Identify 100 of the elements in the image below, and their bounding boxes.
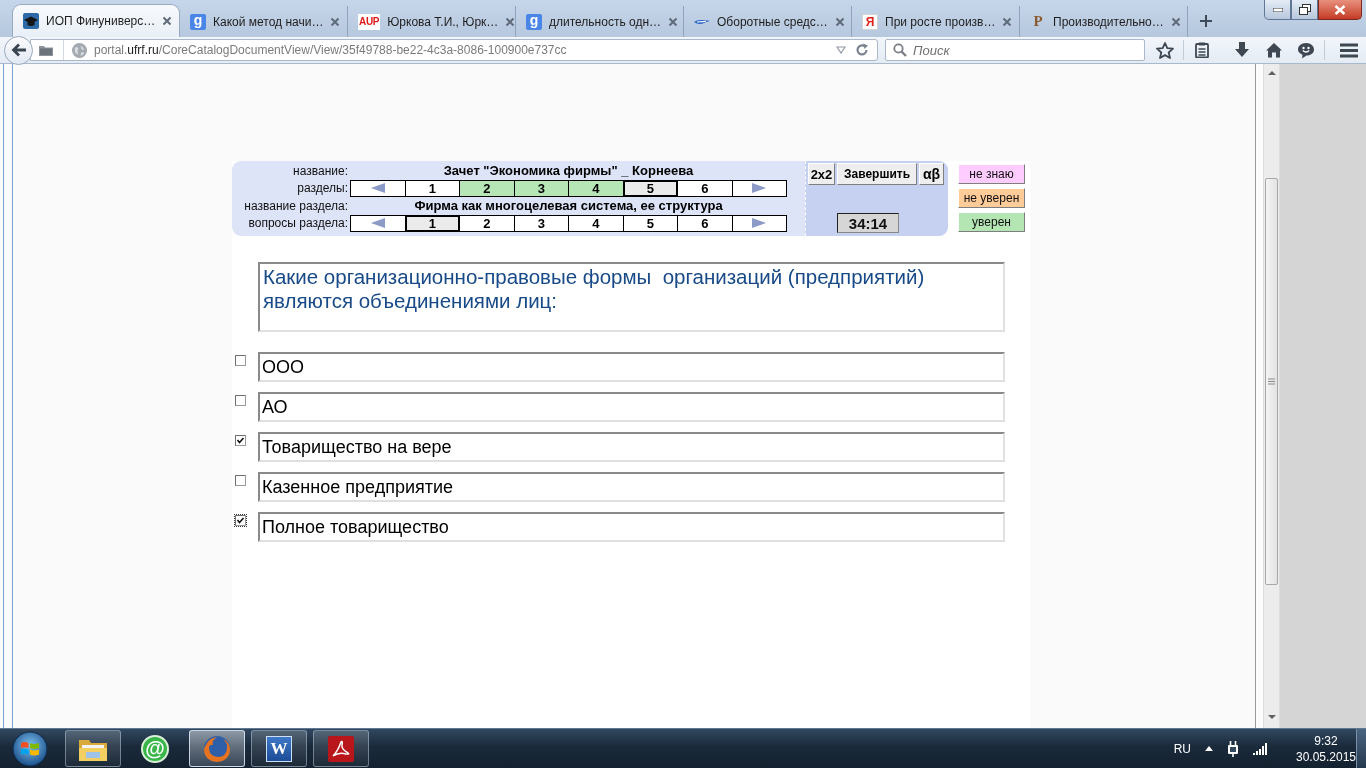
test-title: Зачет "Экономика фирмы" _ Корнеева xyxy=(442,163,695,178)
signal-icon[interactable] xyxy=(1253,742,1267,755)
taskbar-app-button[interactable]: W xyxy=(251,730,307,767)
search-icon xyxy=(893,43,907,57)
language-indicator[interactable]: RU xyxy=(1173,741,1191,756)
close-icon[interactable] xyxy=(162,16,173,26)
taskbar-app-button[interactable] xyxy=(65,730,121,767)
start-button[interactable] xyxy=(9,729,51,768)
letter-icon: @ xyxy=(141,734,169,763)
close-icon[interactable] xyxy=(505,16,516,27)
question-tab[interactable]: 6 xyxy=(677,214,733,232)
globe-icon xyxy=(72,42,87,58)
answer-option: Полное товарищество xyxy=(258,512,1005,542)
section-title: Фирма как многоцелевая система, ее структура xyxy=(413,198,724,213)
section-tab[interactable]: 2 xyxy=(459,179,515,197)
close-icon[interactable] xyxy=(834,16,845,27)
back-button[interactable] xyxy=(4,35,33,65)
close-icon[interactable] xyxy=(1002,16,1013,27)
section-tab[interactable]: 3 xyxy=(513,179,569,197)
down-arrow-icon xyxy=(1267,714,1276,719)
section-tab[interactable]: 1 xyxy=(404,179,460,197)
plus-icon xyxy=(1200,15,1212,27)
up-arrow-icon xyxy=(1267,70,1276,75)
answer-option: Товарищество на вере xyxy=(258,432,1005,462)
back-icon xyxy=(10,43,27,57)
section-tab[interactable]: 4 xyxy=(568,179,624,197)
start-orb-icon xyxy=(12,730,48,767)
answer-option: АО xyxy=(258,392,1005,422)
graduation-cap-icon xyxy=(23,13,39,29)
checkbox[interactable] xyxy=(234,434,247,447)
show-desktop-button[interactable] xyxy=(1356,728,1366,768)
restore-icon xyxy=(1298,4,1311,15)
close-icon[interactable] xyxy=(1170,16,1181,27)
checkbox[interactable] xyxy=(234,354,247,367)
taskbar-app-button[interactable] xyxy=(189,730,245,767)
checkbox[interactable] xyxy=(234,514,247,527)
tool-button[interactable]: 2x2 xyxy=(808,163,835,185)
right-arrow-icon xyxy=(752,183,767,193)
question-tab[interactable]: 2 xyxy=(459,214,515,232)
letter-icon: W xyxy=(266,735,292,762)
answer-option: ООО xyxy=(258,352,1005,382)
left-arrow-icon xyxy=(370,183,385,193)
close-icon[interactable] xyxy=(668,16,679,27)
question-tab[interactable]: 3 xyxy=(513,214,569,232)
tool-button[interactable]: αβ xyxy=(919,163,944,185)
document-icon xyxy=(328,735,354,762)
previous-section-button[interactable] xyxy=(350,179,406,197)
field-label: разделы: xyxy=(296,181,348,195)
letter-icon: Я xyxy=(862,13,878,30)
tool-button[interactable]: Завершить xyxy=(837,163,917,185)
checkbox[interactable] xyxy=(234,394,247,407)
timer: 34:14 xyxy=(837,213,899,233)
answer-option: Казенное предприятие xyxy=(258,472,1005,502)
restore-button[interactable] xyxy=(1291,0,1318,20)
minimize-button[interactable] xyxy=(1264,0,1291,20)
checkbox[interactable] xyxy=(234,474,247,487)
field-label: вопросы раздела: xyxy=(247,216,348,230)
close-button[interactable] xyxy=(1318,0,1362,20)
next-question-button[interactable] xyxy=(731,214,787,232)
confidence-button[interactable]: не знаю xyxy=(958,164,1025,184)
field-label: название раздела: xyxy=(243,198,348,213)
clock-time[interactable]: 9:32 xyxy=(1314,732,1338,749)
scrollbar-thumb[interactable] xyxy=(1265,178,1278,585)
section-tab[interactable]: 6 xyxy=(677,179,733,197)
star-icon xyxy=(1156,41,1174,59)
grip-icon xyxy=(1268,378,1275,385)
previous-question-button[interactable] xyxy=(350,214,406,232)
plug-icon[interactable] xyxy=(1227,740,1239,757)
close-icon xyxy=(1334,4,1346,15)
dropdown-icon[interactable] xyxy=(836,46,846,54)
logo-text: AUP xyxy=(358,13,381,30)
reload-icon[interactable] xyxy=(855,43,869,57)
browser-tab[interactable]: ИОП Финуниверс… xyxy=(12,4,180,37)
minimize-icon xyxy=(1272,7,1283,12)
taskbar-app-button[interactable] xyxy=(313,730,369,767)
home-icon xyxy=(1265,42,1283,58)
question-tab[interactable]: 4 xyxy=(568,214,624,232)
right-arrow-icon xyxy=(752,218,767,228)
confidence-button[interactable]: уверен xyxy=(958,212,1025,232)
question-tab[interactable]: 5 xyxy=(622,214,678,232)
next-section-button[interactable] xyxy=(731,179,787,197)
up-triangle-icon[interactable] xyxy=(1205,746,1213,751)
download-icon xyxy=(1234,42,1250,58)
clock-date[interactable]: 30.05.2015 xyxy=(1295,748,1357,765)
letter-icon: g xyxy=(190,13,206,30)
menu-icon xyxy=(1340,42,1358,58)
scrollbar[interactable] xyxy=(1263,64,1280,728)
confidence-button[interactable]: не уверен xyxy=(958,188,1025,208)
clipboard-icon xyxy=(1195,42,1209,58)
folder-icon xyxy=(39,44,53,56)
browser-icon xyxy=(203,734,231,763)
question-text: Какие организационно-правовые формы организаций (предприятий) являются объединениями лиц: xyxy=(258,262,1005,332)
letter-icon: g xyxy=(526,13,542,30)
close-icon[interactable] xyxy=(330,16,341,27)
search-field[interactable]: Поиск xyxy=(885,39,1145,61)
question-tab[interactable]: 1 xyxy=(404,214,460,232)
address-bar[interactable]: portal.ufrf.ru/CoreCatalogDocumentView/View/35f49788-be22-4c3a-8086-100900e737cc xyxy=(30,39,878,61)
section-tab[interactable]: 5 xyxy=(622,179,678,197)
letter-icon: P xyxy=(1030,13,1046,30)
field-label: название: xyxy=(292,163,348,178)
